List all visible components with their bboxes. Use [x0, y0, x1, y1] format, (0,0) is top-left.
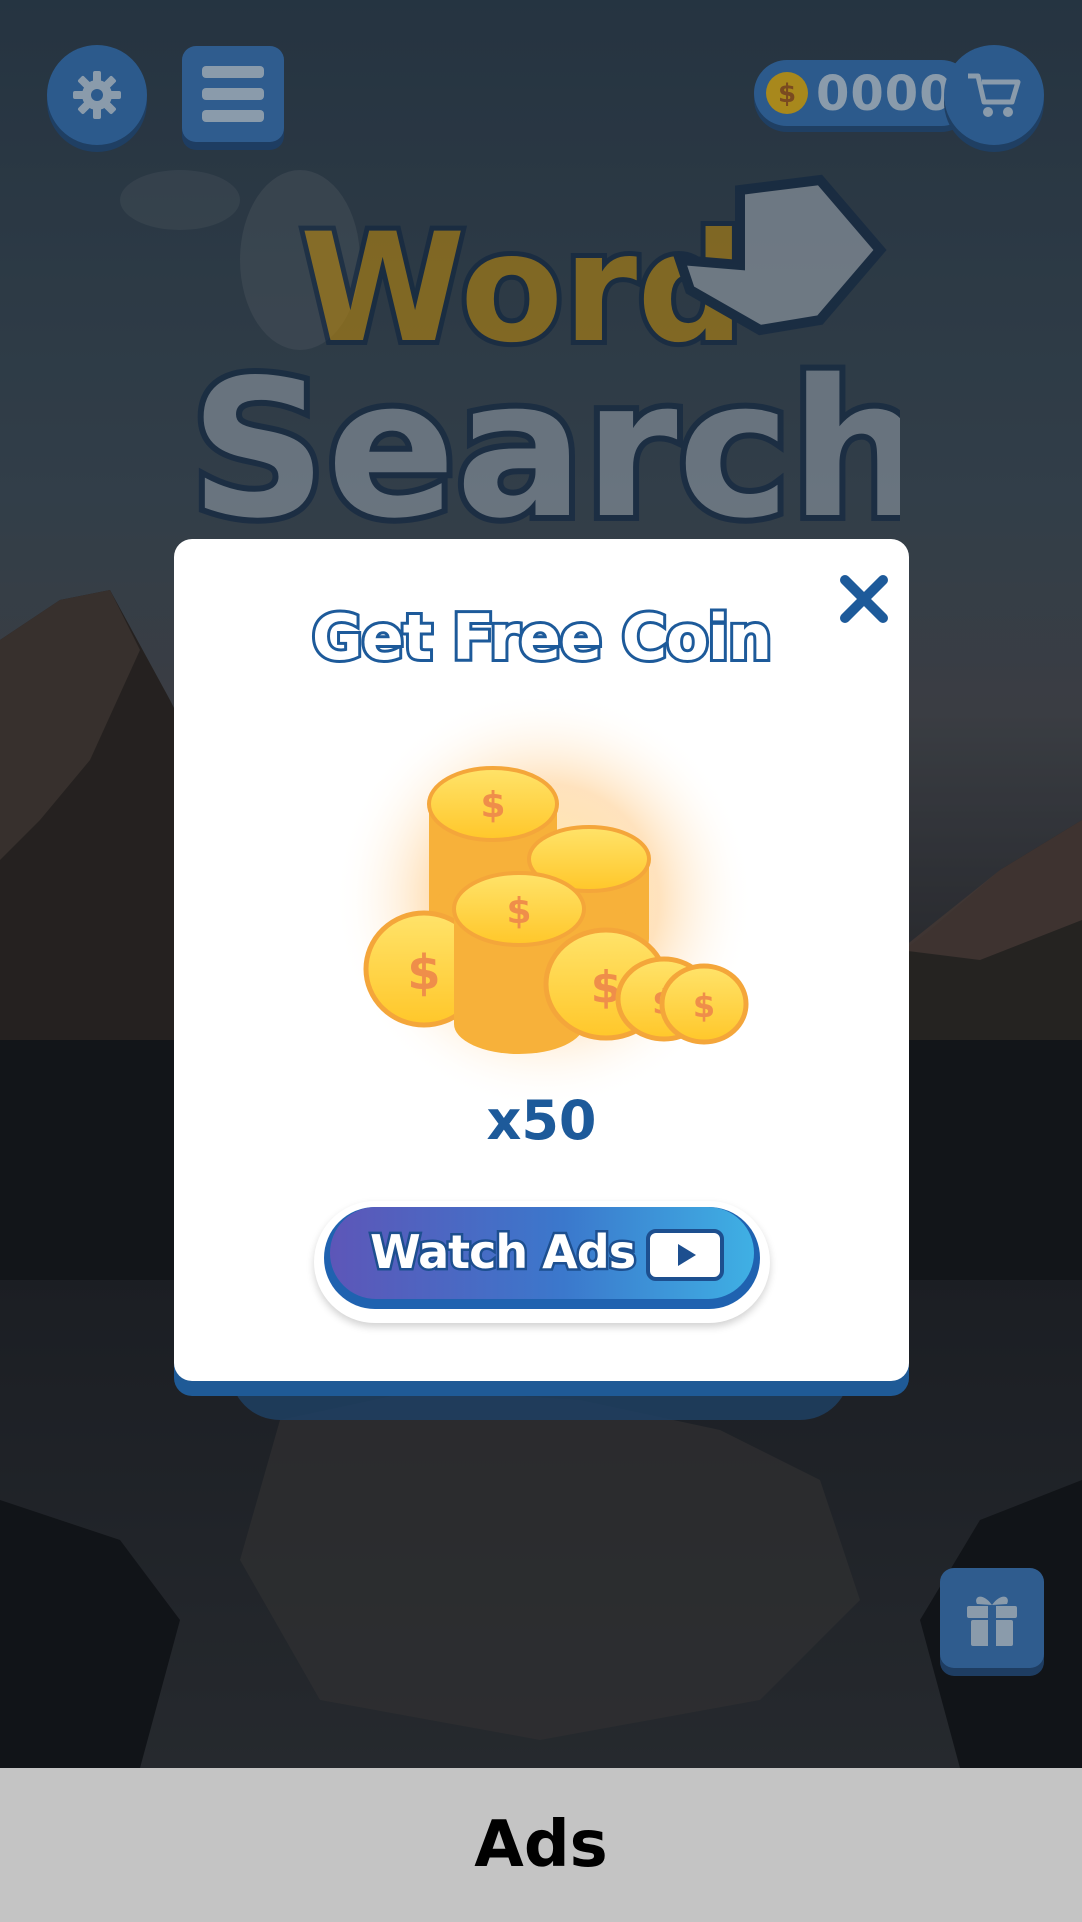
ads-banner[interactable]: Ads [0, 1768, 1082, 1922]
play-icon [646, 1229, 724, 1281]
gift-button[interactable] [940, 1568, 1044, 1668]
dollar-coin-icon: $ [766, 72, 808, 114]
logo-search: Search [190, 339, 900, 540]
svg-text:$: $ [407, 945, 440, 1001]
reward-amount: x50 [486, 1089, 597, 1152]
watch-ads-button[interactable]: Watch Ads [314, 1201, 770, 1323]
svg-text:$: $ [693, 987, 715, 1025]
gear-icon [73, 71, 121, 119]
coin-stack-icon: $ $ $ $ $ $ [334, 699, 754, 1109]
hamburger-icon [202, 66, 264, 122]
settings-button[interactable] [47, 45, 147, 145]
menu-button[interactable] [182, 46, 284, 142]
dialog-title: Get Free Coin [309, 598, 775, 677]
word-search-logo: Word Search [184, 174, 900, 540]
cart-icon [968, 73, 1021, 117]
gift-icon [967, 1596, 1017, 1646]
shop-button[interactable] [944, 45, 1044, 145]
watch-ads-label: Watch Ads [367, 1223, 638, 1282]
ads-label: Ads [474, 1808, 608, 1882]
svg-text:$: $ [480, 785, 505, 826]
free-coin-dialog: Get Free Coin $ $ $ $ $ x50 Watch Ads [174, 539, 909, 1381]
svg-text:$: $ [506, 891, 531, 932]
close-x-icon [840, 575, 888, 623]
close-button[interactable] [834, 569, 894, 629]
svg-text:$: $ [778, 79, 796, 109]
coin-count: 0000 [816, 66, 954, 122]
